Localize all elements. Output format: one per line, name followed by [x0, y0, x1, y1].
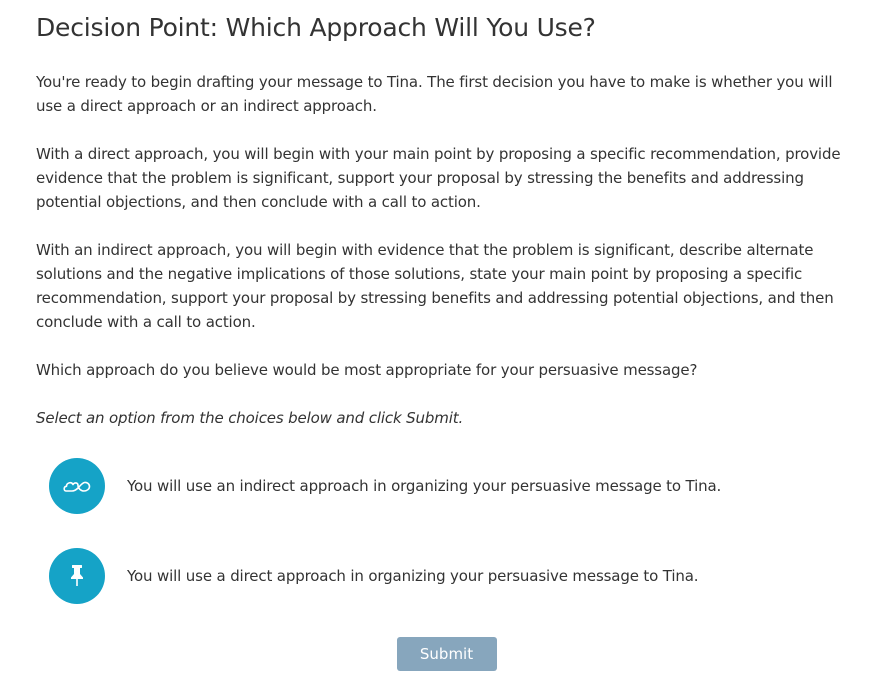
direct-approach-paragraph: With a direct approach, you will begin w…: [36, 145, 841, 211]
instruction-text: Select an option from the choices below …: [36, 409, 464, 427]
choice-list: You will use an indirect approach in org…: [49, 458, 857, 604]
submit-button[interactable]: Submit: [396, 637, 497, 671]
option-label: You will use an indirect approach in org…: [127, 477, 722, 495]
submit-area: Submit: [0, 637, 893, 671]
indirect-approach-paragraph: With an indirect approach, you will begi…: [36, 241, 834, 331]
page-title: Decision Point: Which Approach Will You …: [36, 13, 596, 42]
option-label: You will use a direct approach in organi…: [127, 567, 699, 585]
pushpin-icon[interactable]: [49, 548, 105, 604]
option-direct-approach[interactable]: You will use a direct approach in organi…: [49, 548, 857, 604]
decision-point-page: Decision Point: Which Approach Will You …: [0, 0, 893, 690]
intro-paragraph: You're ready to begin drafting your mess…: [36, 73, 833, 115]
infinity-cloud-icon[interactable]: [49, 458, 105, 514]
option-indirect-approach[interactable]: You will use an indirect approach in org…: [49, 458, 857, 514]
question-paragraph: Which approach do you believe would be m…: [36, 361, 698, 379]
